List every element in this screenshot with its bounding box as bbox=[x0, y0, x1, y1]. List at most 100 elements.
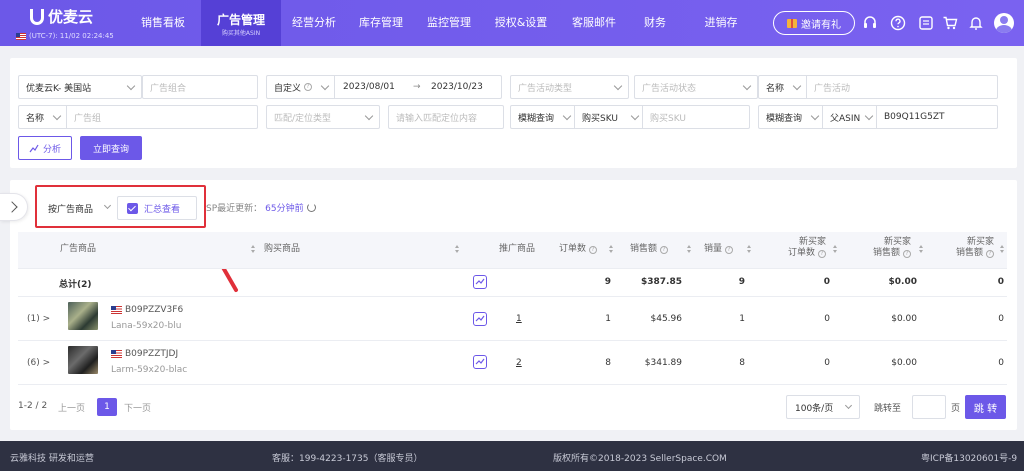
sort-icon[interactable] bbox=[687, 245, 692, 254]
buy-sku-field-select[interactable]: 购买SKU bbox=[575, 106, 643, 128]
nav-inventory[interactable]: 库存管理 bbox=[350, 0, 412, 46]
date-start[interactable]: 2023/08/01 bbox=[343, 82, 395, 92]
gift-icon bbox=[787, 18, 797, 28]
nav-finance[interactable]: 财务 bbox=[637, 0, 673, 46]
parent-asin-input[interactable]: B09Q11G5ZT bbox=[877, 106, 997, 128]
sort-icon[interactable] bbox=[455, 245, 460, 254]
promoted-count-link[interactable]: 2 bbox=[516, 358, 522, 368]
shop-select[interactable]: 优麦云K- 美国站 bbox=[18, 75, 142, 99]
analyze-button[interactable]: 分析 bbox=[18, 136, 72, 160]
row-new-sales: $0.00 bbox=[891, 358, 917, 368]
campaign-field-select[interactable]: 名称 bbox=[759, 76, 807, 98]
sort-icon[interactable] bbox=[609, 245, 614, 254]
date-end[interactable]: 2023/10/23 bbox=[431, 82, 483, 92]
parent-asin-field-select[interactable]: 父ASIN bbox=[823, 106, 877, 128]
sidebar-toggle-chevron-icon[interactable] bbox=[0, 193, 28, 221]
nav-auth-settings[interactable]: 授权&设置 bbox=[486, 0, 556, 46]
bell-icon[interactable] bbox=[968, 15, 984, 31]
product-thumbnail[interactable] bbox=[68, 302, 98, 330]
chevron-down-icon bbox=[864, 111, 874, 121]
product-name: Lana-59x20-blu bbox=[111, 321, 182, 331]
timezone-display: (UTC-7): 11/02 02:24:45 bbox=[16, 32, 114, 40]
ad-portfolio-input[interactable]: 广告组合 bbox=[142, 75, 258, 99]
date-mode-select[interactable]: 自定义 ? bbox=[267, 76, 335, 98]
match-content-placeholder: 请输入匹配定位内容 bbox=[396, 113, 478, 124]
headset-icon[interactable] bbox=[862, 15, 878, 31]
sort-icon[interactable] bbox=[747, 245, 752, 254]
campaign-type-select[interactable]: 广告活动类型 bbox=[510, 75, 629, 99]
trend-chart-icon[interactable] bbox=[473, 275, 487, 289]
nav-service-mail[interactable]: 客服邮件 bbox=[563, 0, 625, 46]
nav-ad-management[interactable]: 广告管理 购买其他ASIN bbox=[201, 0, 281, 46]
asin-text: B09PZZTJDJ bbox=[125, 349, 179, 359]
buy-sku-search[interactable]: 模糊查询 购买SKU 购买SKU bbox=[510, 105, 750, 129]
campaign-search[interactable]: 名称 广告活动 bbox=[758, 75, 998, 99]
help-icon: ? bbox=[589, 246, 598, 254]
help-icon: ? bbox=[903, 250, 911, 258]
col-sales[interactable]: 销售额? bbox=[630, 244, 669, 255]
chevron-down-icon bbox=[52, 111, 62, 121]
product-asin[interactable]: B09PZZV3F6 bbox=[111, 305, 183, 315]
footer-icp[interactable]: 粤ICP备13020601号-9 bbox=[921, 451, 1017, 464]
col-units[interactable]: 销量? bbox=[704, 244, 734, 255]
fuzzy-select-1[interactable]: 模糊查询 bbox=[511, 106, 575, 128]
campaign-input[interactable]: 广告活动 bbox=[807, 76, 997, 98]
expand-toggle[interactable]: (6) > bbox=[27, 358, 50, 368]
per-page-select[interactable]: 100条/页 bbox=[786, 395, 860, 419]
message-icon[interactable] bbox=[918, 15, 934, 31]
jump-page-input[interactable] bbox=[912, 395, 946, 419]
sort-icon[interactable] bbox=[1000, 245, 1005, 254]
prev-page-button[interactable]: 上一页 bbox=[58, 401, 85, 414]
promoted-count-link[interactable]: 1 bbox=[516, 314, 522, 324]
user-avatar[interactable] bbox=[994, 13, 1014, 33]
page-1-button[interactable]: 1 bbox=[97, 398, 117, 416]
us-flag-icon bbox=[111, 305, 122, 314]
nav-purchase-sales[interactable]: 进销存 bbox=[693, 0, 749, 46]
refresh-icon[interactable] bbox=[306, 203, 316, 212]
nav-monitoring[interactable]: 监控管理 bbox=[418, 0, 480, 46]
trend-chart-icon[interactable] bbox=[473, 355, 487, 369]
row-divider bbox=[18, 340, 1007, 341]
ad-group-search[interactable]: 名称 广告组 bbox=[18, 105, 258, 129]
expand-count: (6) bbox=[27, 358, 40, 368]
col-new-sales-pct[interactable]: 新买家 销售额? bbox=[944, 237, 994, 259]
col-new-orders[interactable]: 新买家 订单数? bbox=[776, 237, 826, 259]
product-thumbnail[interactable] bbox=[68, 346, 98, 374]
fuzzy-value-2: 模糊查询 bbox=[766, 113, 803, 124]
nav-business-analysis[interactable]: 经营分析 bbox=[283, 0, 345, 46]
help-icon: ? bbox=[725, 246, 734, 254]
product-asin[interactable]: B09PZZTJDJ bbox=[111, 349, 178, 359]
chevron-down-icon bbox=[630, 111, 640, 121]
nav-sales-dashboard[interactable]: 销售看板 bbox=[127, 0, 199, 46]
query-button[interactable]: 立即查询 bbox=[80, 136, 142, 160]
fuzzy-select-2[interactable]: 模糊查询 bbox=[759, 106, 823, 128]
sort-icon[interactable] bbox=[251, 245, 256, 254]
total-new-orders: 0 bbox=[823, 277, 830, 287]
col-new-sales[interactable]: 新买家 销售额? bbox=[861, 237, 911, 259]
footer-copyright[interactable]: 版权所有©2018-2023 SellerSpace.COM bbox=[553, 451, 727, 464]
campaign-status-select[interactable]: 广告活动状态 bbox=[634, 75, 758, 99]
invite-button[interactable]: 邀请有礼 bbox=[773, 11, 855, 35]
cart-icon[interactable] bbox=[942, 15, 958, 31]
sort-icon[interactable] bbox=[833, 245, 838, 254]
date-range-picker[interactable]: 自定义 ? 2023/08/01 → 2023/10/23 bbox=[266, 75, 502, 99]
filter-panel: 优麦云K- 美国站 广告组合 自定义 ? 2023/08/01 → 2023/1… bbox=[10, 58, 1017, 168]
col-orders[interactable]: 订单数? bbox=[559, 244, 598, 255]
nav-ad-management-label: 广告管理 bbox=[216, 13, 265, 27]
next-page-button[interactable]: 下一页 bbox=[124, 401, 151, 414]
help-icon[interactable] bbox=[890, 15, 906, 31]
ad-portfolio-placeholder: 广告组合 bbox=[150, 83, 187, 94]
brand-logo[interactable]: 优麦云 bbox=[30, 6, 93, 27]
col-orders-label: 订单数 bbox=[559, 244, 587, 254]
match-type-select[interactable]: 匹配/定位类型 bbox=[266, 105, 380, 129]
buy-sku-input[interactable]: 购买SKU bbox=[643, 106, 749, 128]
parent-asin-search[interactable]: 模糊查询 父ASIN B09Q11G5ZT bbox=[758, 105, 998, 129]
group-field-select[interactable]: 名称 bbox=[19, 106, 67, 128]
match-content-input[interactable]: 请输入匹配定位内容 bbox=[388, 105, 504, 129]
jump-button[interactable]: 跳 转 bbox=[965, 395, 1006, 419]
sort-icon[interactable] bbox=[919, 245, 924, 254]
ad-group-input[interactable]: 广告组 bbox=[67, 106, 257, 128]
table-header: 广告商品 购买商品 推广商品 订单数? 销售额? 销量? 新买家 订单数? 新买… bbox=[18, 232, 1007, 268]
trend-chart-icon[interactable] bbox=[473, 312, 487, 326]
expand-toggle[interactable]: (1) > bbox=[27, 314, 50, 324]
